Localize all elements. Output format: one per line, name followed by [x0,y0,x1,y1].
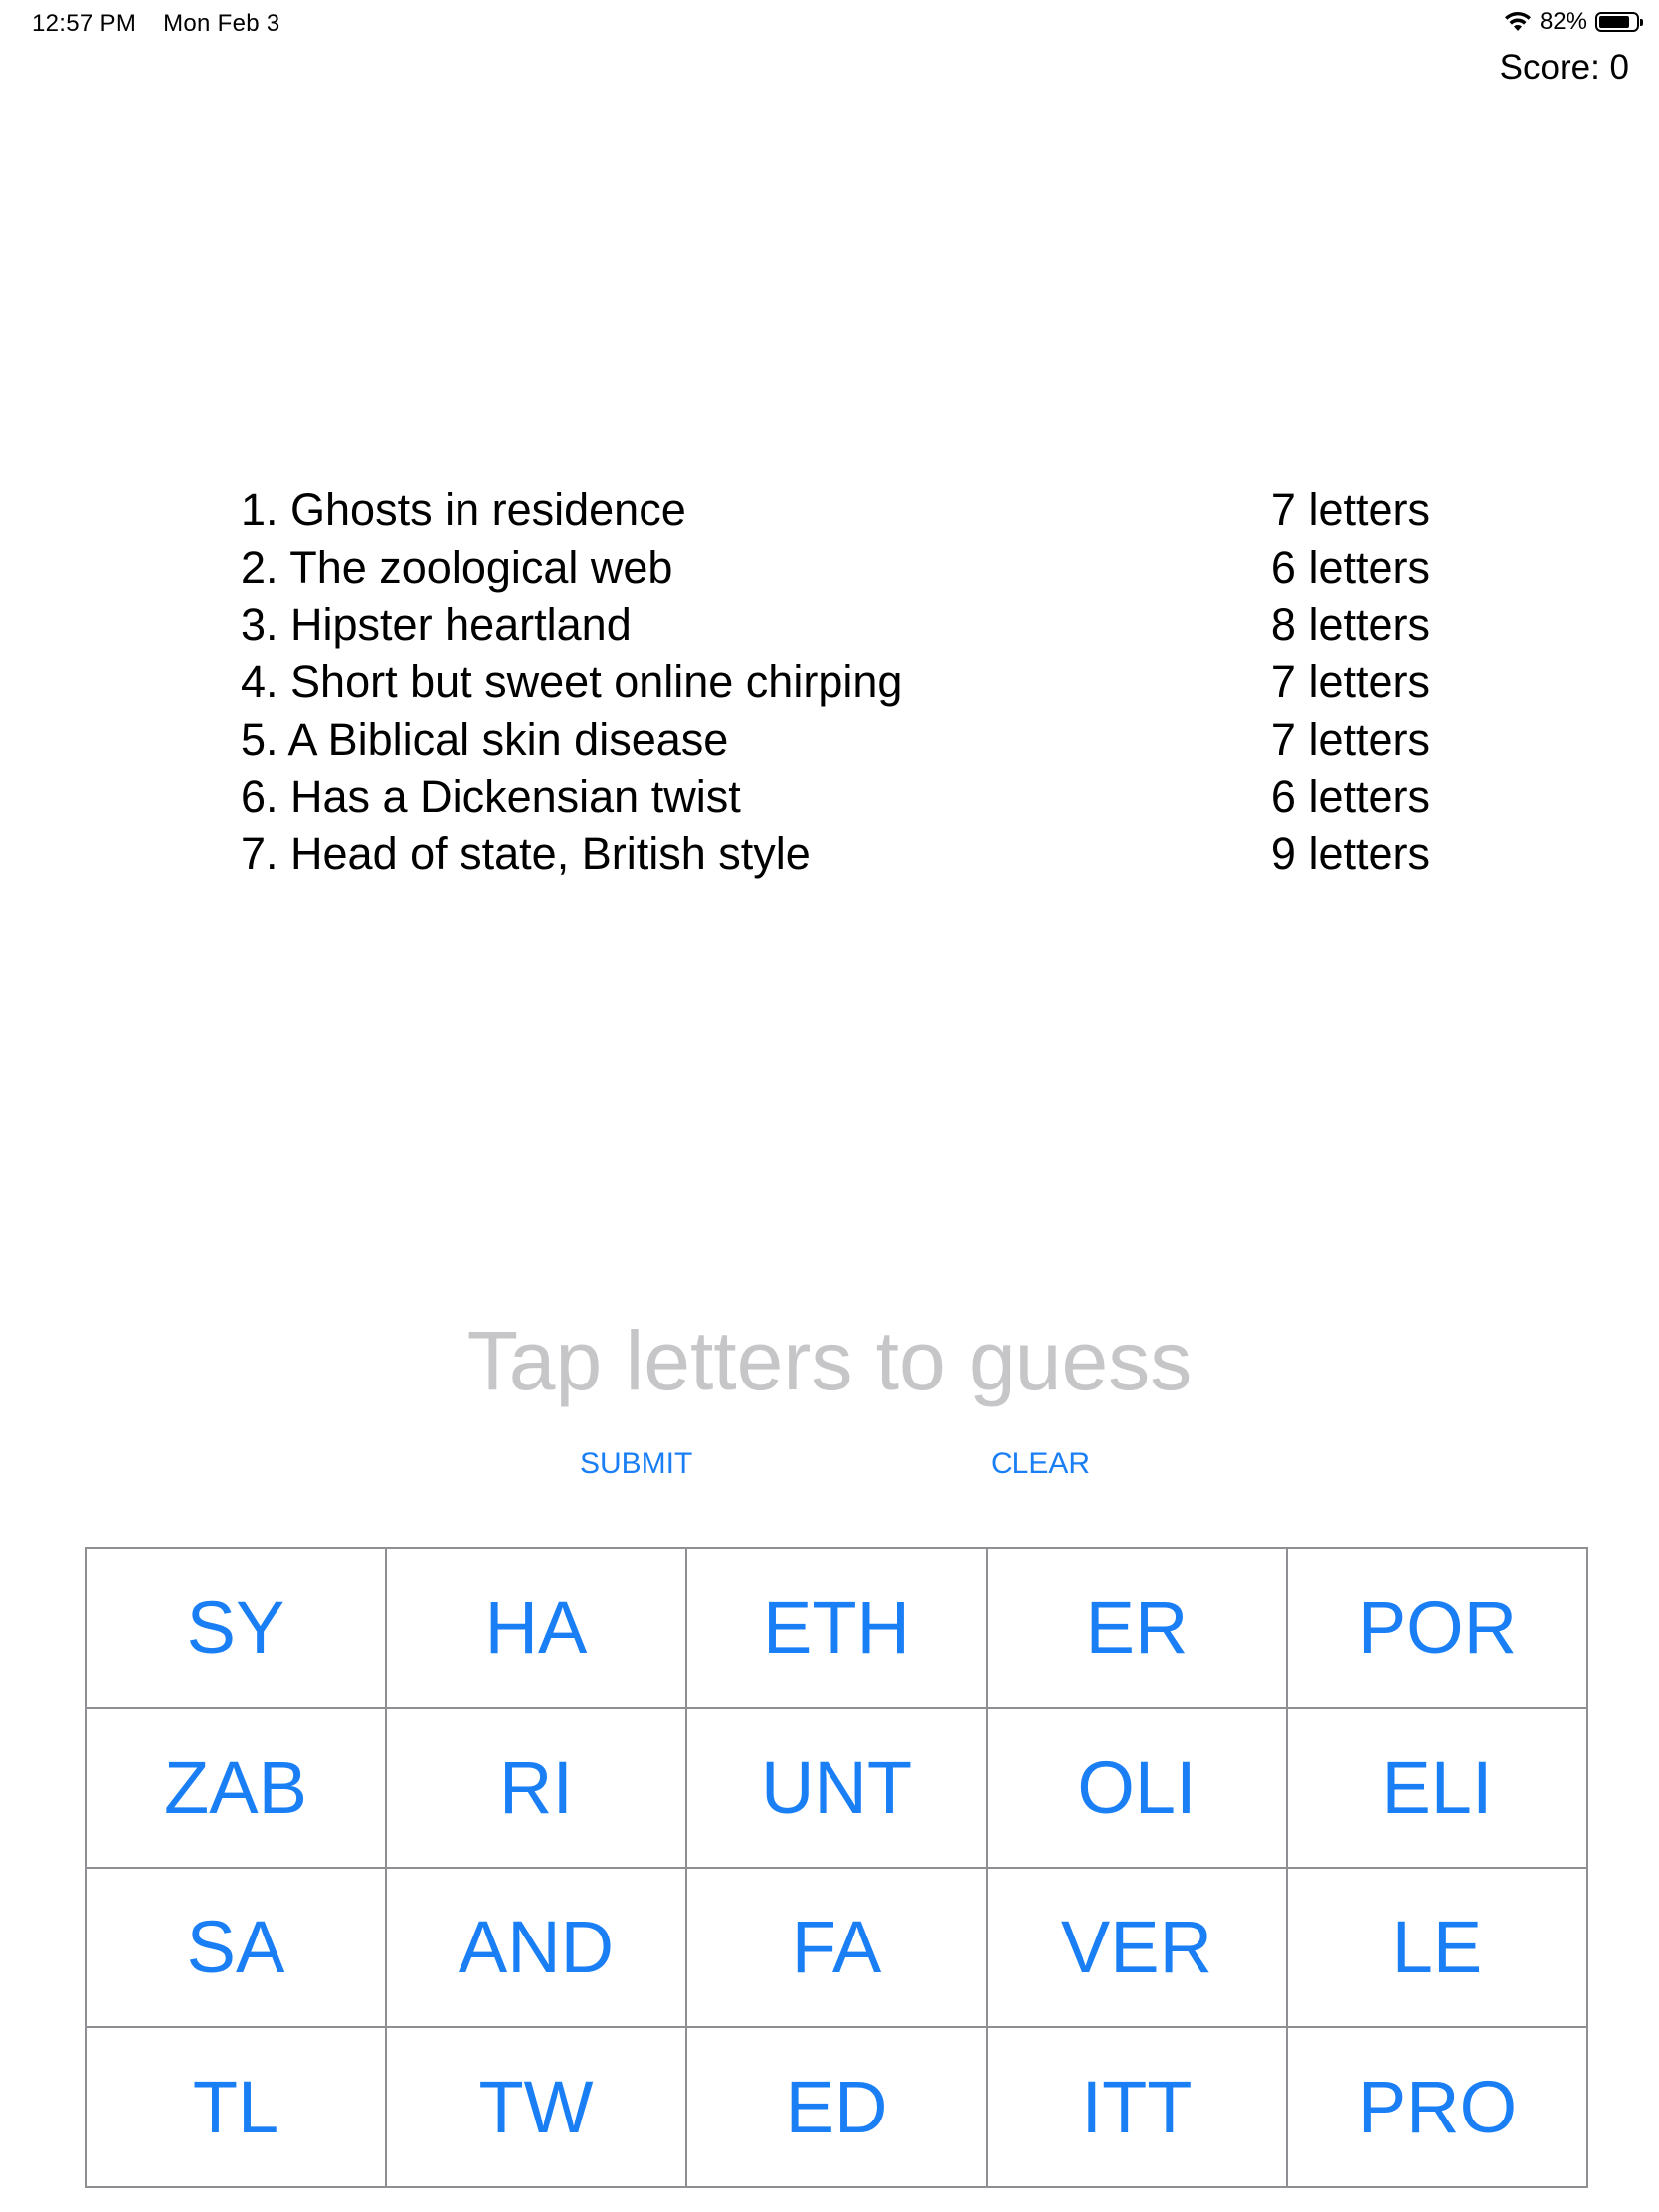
battery-level [1599,16,1629,28]
letter-tile[interactable]: ED [686,2027,987,2187]
clue-text: 5. A Biblical skin disease [241,713,729,765]
letter-tile[interactable]: ELI [1287,1707,1587,1868]
clue-length: 7 letters [1270,484,1430,535]
letter-tile[interactable]: FA [686,1867,987,2028]
clue-row: 4. Short but sweet online chirping 7 lett… [241,653,1430,711]
letter-tile[interactable]: TW [386,2027,686,2187]
score-label: Score: 0 [1499,48,1629,87]
clue-length: 6 letters [1270,771,1430,823]
status-time: 12:57 PM [32,10,137,37]
clue-row: 5. A Biblical skin disease 7 letters [241,711,1430,769]
clue-row: 7. Head of state, British style 9 letters [241,826,1430,883]
letter-tile[interactable]: VER [987,1867,1287,2028]
clue-length: 8 letters [1270,599,1430,650]
clue-length: 6 letters [1270,541,1430,593]
submit-button[interactable]: SUBMIT [580,1447,692,1481]
clue-length: 7 letters [1270,656,1430,708]
clue-text: 6. Has a Dickensian twist [241,771,741,823]
status-date: Mon Feb 3 [163,10,280,37]
letter-tile[interactable]: SY [86,1548,386,1708]
letter-tile[interactable]: RI [386,1707,686,1868]
letter-tile[interactable]: PRO [1287,2027,1587,2187]
letter-tile-grid: SY HA ETH ER POR ZAB RI UNT OLI ELI SA AND FA VER LE TL… [85,1547,1588,2188]
letter-tile[interactable]: SA [86,1867,386,2028]
letter-tile[interactable]: ZAB [86,1707,386,1868]
clue-length: 9 letters [1270,829,1430,880]
letter-tile[interactable]: OLI [987,1707,1287,1868]
clue-text: 2. The zoological web [241,541,673,593]
clue-text: 1. Ghosts in residence [241,484,686,535]
letter-tile[interactable]: TL [86,2027,386,2187]
letter-tile[interactable]: ER [987,1548,1287,1708]
clue-list: 1. Ghosts in residence 7 letters 2. The zo… [241,481,1430,883]
status-bar: 12:57 PM Mon Feb 3 82% [0,0,1659,50]
battery-percent: 82% [1539,8,1587,35]
clue-text: 7. Head of state, British style [241,829,811,880]
status-left: 12:57 PM Mon Feb 3 [32,10,300,38]
wifi-icon [1504,11,1532,33]
status-right: 82% [1504,8,1643,36]
clue-row: 1. Ghosts in residence 7 letters [241,481,1430,539]
letter-tile[interactable]: AND [386,1867,686,2028]
clue-row: 3. Hipster heartland 8 letters [241,596,1430,653]
clue-text: 4. Short but sweet online chirping [241,656,903,708]
letter-tile[interactable]: ETH [686,1548,987,1708]
letter-tile[interactable]: UNT [686,1707,987,1868]
clear-button[interactable]: CLEAR [991,1447,1090,1481]
clue-length: 7 letters [1270,713,1430,765]
letter-tile[interactable]: ITT [987,2027,1287,2187]
guess-display: Tap letters to guess [466,1314,1193,1407]
letter-tile[interactable]: HA [386,1548,686,1708]
clue-text: 3. Hipster heartland [241,599,632,650]
battery-icon [1595,12,1643,32]
clue-row: 2. The zoological web 6 letters [241,539,1430,597]
clue-row: 6. Has a Dickensian twist 6 letters [241,768,1430,826]
letter-tile[interactable]: POR [1287,1548,1587,1708]
letter-tile[interactable]: LE [1287,1867,1587,2028]
